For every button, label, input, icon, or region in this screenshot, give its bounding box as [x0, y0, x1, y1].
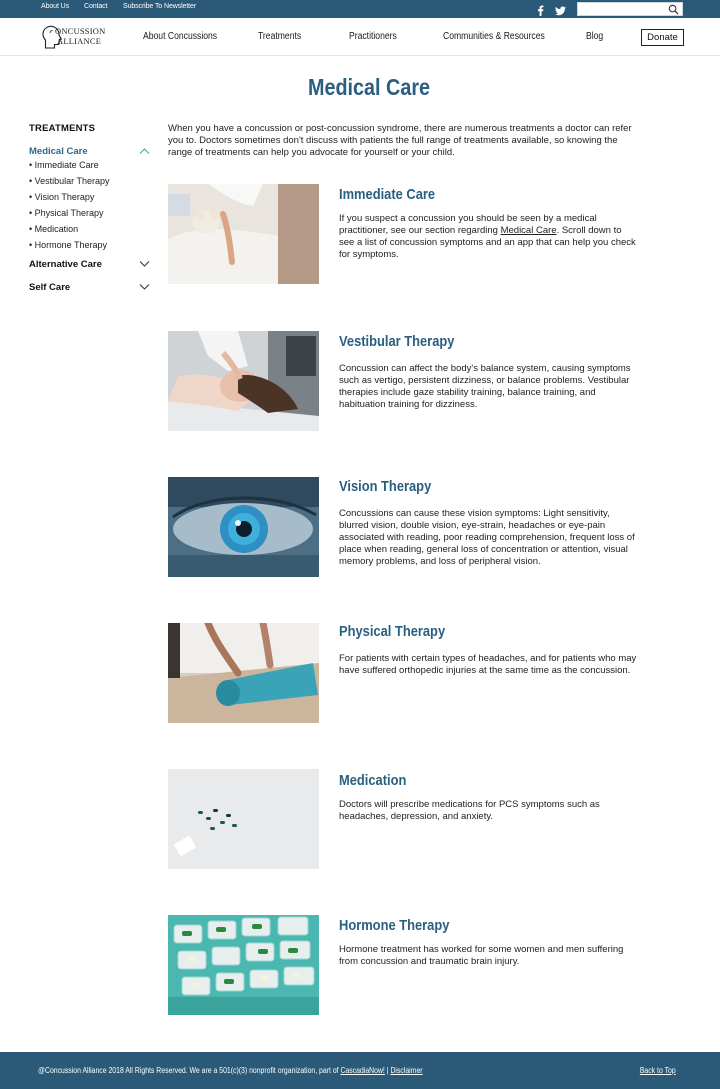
sidebar-item-vestibular-therapy[interactable]: • Vestibular Therapy — [29, 176, 110, 186]
hormone-therapy-image — [168, 915, 319, 1015]
nav-treatments[interactable]: Treatments — [258, 31, 301, 42]
intro-paragraph: When you have a concussion or post-concu… — [168, 123, 632, 158]
treatment-title-medication: Medication — [339, 772, 407, 789]
sidebar-item-medication[interactable]: • Medication — [29, 224, 78, 234]
page-title: Medical Care — [307, 74, 431, 100]
sidebar-category-label: Medical Care — [29, 146, 88, 157]
nav-about-concussions[interactable]: About Concussions — [143, 31, 217, 42]
treatment-desc-vision-therapy: Concussions can cause these vision sympt… — [339, 508, 635, 567]
nav-blog[interactable]: Blog — [586, 31, 603, 42]
back-to-top-link[interactable]: Back to Top — [640, 1066, 676, 1075]
footer-copyright: @Concussion Alliance 2018 All Rights Res… — [38, 1066, 423, 1075]
vestibular-therapy-image — [168, 331, 319, 431]
treatment-title-physical-therapy: Physical Therapy — [339, 623, 446, 640]
sidebar-item-hormone-therapy[interactable]: • Hormone Therapy — [29, 240, 107, 250]
treatment-desc-immediate-care: If you suspect a concussion you should b… — [339, 213, 639, 261]
vision-therapy-image — [168, 477, 319, 577]
top-utility-bar: About Us Contact Subscribe To Newsletter — [0, 0, 720, 18]
physical-therapy-image — [168, 623, 319, 723]
sidebar-category-medical-care[interactable]: Medical Care — [29, 146, 150, 157]
sidebar-category-self-care[interactable]: Self Care — [29, 282, 150, 293]
chevron-down-icon[interactable] — [139, 283, 150, 291]
nav-practitioners[interactable]: Practitioners — [349, 31, 397, 42]
about-us-link[interactable]: About Us — [41, 3, 69, 10]
site-logo[interactable]: ONCUSSION ALLIANCE — [41, 24, 115, 50]
sidebar-item-physical-therapy[interactable]: • Physical Therapy — [29, 208, 104, 218]
logo-line-2: ALLIANCE — [57, 36, 102, 46]
contact-link[interactable]: Contact — [84, 3, 108, 10]
search-input[interactable] — [580, 4, 666, 14]
immediate-care-image — [168, 184, 319, 284]
sidebar-category-label: Alternative Care — [29, 259, 102, 270]
main-navigation: ONCUSSION ALLIANCE About Concussions Tre… — [0, 18, 720, 56]
nav-communities-resources[interactable]: Communities & Resources — [443, 31, 545, 42]
donate-button[interactable]: Donate — [641, 29, 684, 46]
copyright-text: @Concussion Alliance 2018 All Rights Res… — [38, 1066, 341, 1075]
cascadianow-link[interactable]: CascadiaNow! — [340, 1066, 384, 1075]
chevron-up-icon[interactable] — [139, 147, 150, 155]
treatments-sidebar: TREATMENTS Medical Care • Immediate Care… — [29, 123, 154, 293]
search-box[interactable] — [577, 2, 683, 16]
treatment-title-vestibular-therapy: Vestibular Therapy — [339, 333, 455, 350]
treatment-desc-hormone-therapy: Hormone treatment has worked for some wo… — [339, 944, 624, 967]
disclaimer-link[interactable]: Disclaimer — [390, 1066, 422, 1075]
search-icon[interactable] — [668, 4, 679, 15]
sidebar-item-vision-therapy[interactable]: • Vision Therapy — [29, 192, 94, 202]
medication-image — [168, 769, 319, 869]
logo-line-1: ONCUSSION — [55, 26, 106, 36]
medical-care-link[interactable]: Medical Care — [501, 225, 557, 236]
sidebar-heading: TREATMENTS — [29, 123, 96, 134]
sidebar-category-alternative-care[interactable]: Alternative Care — [29, 259, 150, 270]
treatment-desc-vestibular-therapy: Concussion can affect the body's balance… — [339, 363, 631, 410]
treatment-title-immediate-care: Immediate Care — [339, 186, 436, 203]
treatment-desc-medication: Doctors will prescribe medications for P… — [339, 799, 600, 822]
treatment-title-hormone-therapy: Hormone Therapy — [339, 917, 450, 934]
subscribe-newsletter-link[interactable]: Subscribe To Newsletter — [123, 3, 196, 10]
chevron-down-icon[interactable] — [139, 260, 150, 268]
logo-text: ONCUSSION ALLIANCE — [55, 26, 105, 46]
site-footer: @Concussion Alliance 2018 All Rights Res… — [0, 1052, 720, 1089]
treatment-desc-physical-therapy: For patients with certain types of heada… — [339, 653, 637, 676]
treatment-title-vision-therapy: Vision Therapy — [339, 478, 432, 495]
sidebar-item-immediate-care[interactable]: • Immediate Care — [29, 160, 99, 170]
sidebar-category-label: Self Care — [29, 282, 71, 293]
